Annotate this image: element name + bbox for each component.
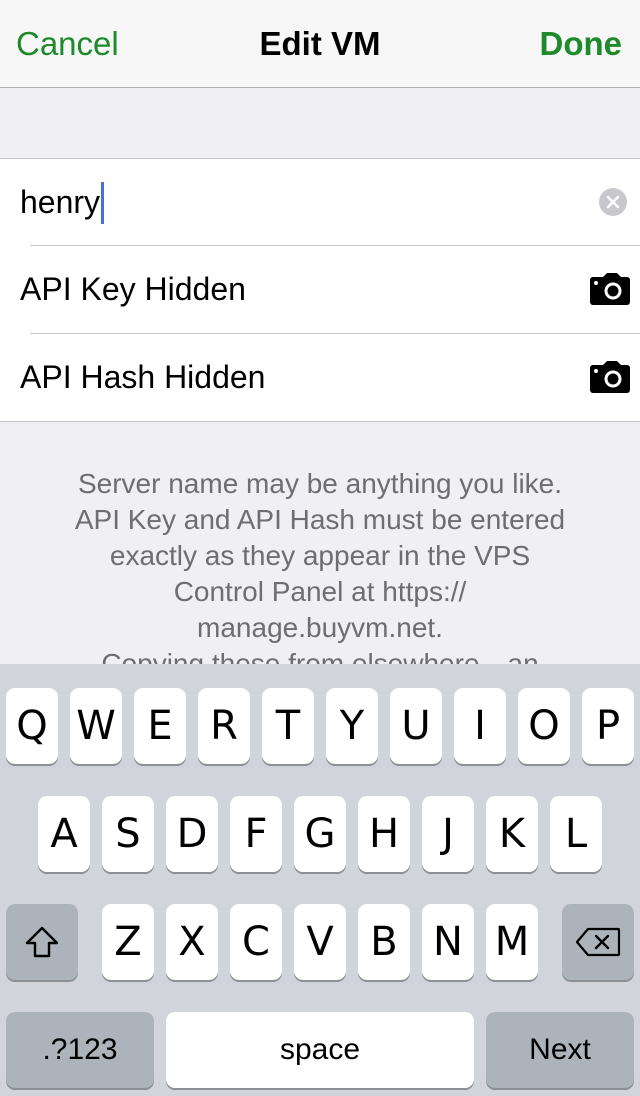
help-line: Control Panel at https://: [173, 576, 467, 607]
help-line: Server name may be anything you like.: [77, 468, 563, 499]
key-o[interactable]: O: [518, 688, 570, 764]
key-e[interactable]: E: [134, 688, 186, 764]
server-name-value: henry: [20, 184, 101, 220]
key-q[interactable]: Q: [6, 688, 58, 764]
key-x[interactable]: X: [166, 904, 218, 980]
keyboard: Q W E R T Y U I O P A S D F G H J K L Z …: [0, 664, 640, 1096]
camera-icon: [590, 273, 630, 305]
numbers-key[interactable]: .?123: [6, 1012, 154, 1088]
help-line: Copying these from elsewhere—an: [101, 648, 539, 664]
clear-text-button[interactable]: [599, 188, 627, 216]
key-t[interactable]: T: [262, 688, 314, 764]
key-c[interactable]: C: [230, 904, 282, 980]
server-name-input[interactable]: henry: [20, 159, 105, 247]
next-key[interactable]: Next: [486, 1012, 634, 1088]
key-v[interactable]: V: [294, 904, 346, 980]
key-j[interactable]: J: [422, 796, 474, 872]
key-f[interactable]: F: [230, 796, 282, 872]
help-line: manage.buyvm.net.: [197, 612, 443, 643]
key-b[interactable]: B: [358, 904, 410, 980]
key-n[interactable]: N: [422, 904, 474, 980]
delete-key[interactable]: [562, 904, 634, 980]
key-d[interactable]: D: [166, 796, 218, 872]
key-k[interactable]: K: [486, 796, 538, 872]
key-i[interactable]: I: [454, 688, 506, 764]
space-key[interactable]: space: [166, 1012, 474, 1088]
key-l[interactable]: L: [550, 796, 602, 872]
camera-icon: [590, 361, 630, 393]
shift-key[interactable]: [6, 904, 78, 980]
api-key-row[interactable]: API Key Hidden: [0, 246, 640, 334]
key-h[interactable]: H: [358, 796, 410, 872]
backspace-icon: [575, 927, 621, 957]
api-hash-camera-button[interactable]: [590, 361, 630, 393]
key-m[interactable]: M: [486, 904, 538, 980]
key-p[interactable]: P: [582, 688, 634, 764]
text-cursor: [101, 181, 105, 224]
key-y[interactable]: Y: [326, 688, 378, 764]
key-z[interactable]: Z: [102, 904, 154, 980]
vm-form: henry API Key Hidden API Hash Hidden: [0, 158, 640, 422]
api-key-label: API Key Hidden: [20, 271, 246, 307]
done-button[interactable]: Done: [540, 0, 623, 88]
key-g[interactable]: G: [294, 796, 346, 872]
key-w[interactable]: W: [70, 688, 122, 764]
help-line: exactly as they appear in the VPS: [109, 540, 531, 571]
shift-icon: [25, 926, 59, 958]
key-u[interactable]: U: [390, 688, 442, 764]
key-a[interactable]: A: [38, 796, 90, 872]
key-r[interactable]: R: [198, 688, 250, 764]
help-text: Server name may be anything you like. AP…: [40, 466, 600, 664]
help-line: API Key and API Hash must be entered: [74, 504, 566, 535]
server-name-field[interactable]: henry: [0, 159, 640, 247]
navigation-bar: Cancel Edit VM Done: [0, 0, 640, 88]
api-hash-row[interactable]: API Hash Hidden: [0, 334, 640, 422]
clear-circle-icon: [606, 195, 620, 209]
key-s[interactable]: S: [102, 796, 154, 872]
api-hash-label: API Hash Hidden: [20, 359, 266, 395]
api-key-camera-button[interactable]: [590, 273, 630, 305]
cancel-button[interactable]: Cancel: [16, 0, 119, 88]
